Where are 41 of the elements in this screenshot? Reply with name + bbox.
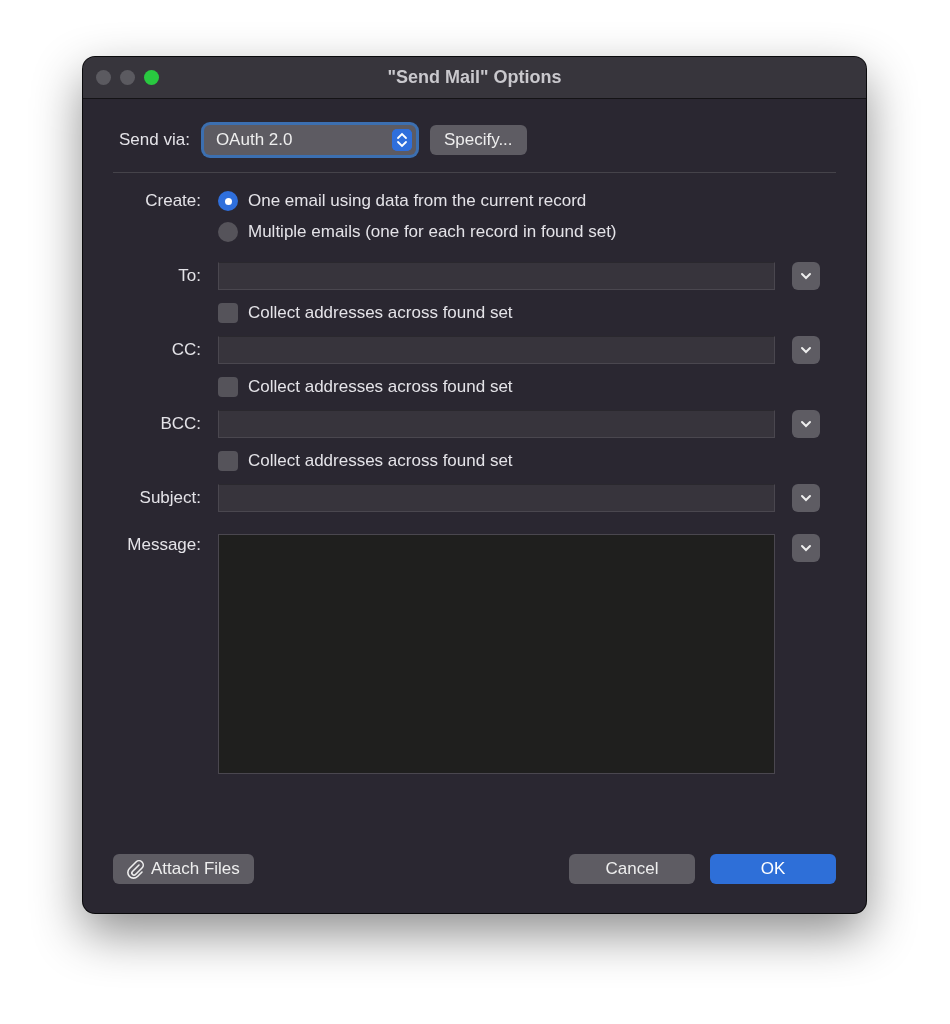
- chevron-down-icon: [800, 544, 812, 552]
- paperclip-icon: [127, 859, 145, 879]
- text-field[interactable]: [218, 336, 775, 364]
- cancel-button[interactable]: Cancel: [569, 854, 695, 884]
- ok-button[interactable]: OK: [710, 854, 836, 884]
- field-label: Message:: [126, 534, 201, 555]
- chevron-down-icon: [800, 494, 812, 502]
- chevron-down-icon: [800, 272, 812, 280]
- field-label: Subject:: [138, 488, 201, 508]
- dropdown-button[interactable]: [792, 410, 820, 438]
- checkbox[interactable]: [218, 377, 238, 397]
- send-via-label: Send via:: [119, 130, 190, 150]
- create-label: Create:: [144, 191, 201, 211]
- window-title: "Send Mail" Options: [387, 67, 562, 87]
- popup-menu[interactable]: OAuth 2.0: [203, 125, 416, 155]
- radio-label: One email using data from the current record: [248, 191, 587, 211]
- window-control-icon[interactable]: [144, 70, 159, 85]
- checkbox-label: Collect addresses across found set: [248, 451, 513, 471]
- text-field[interactable]: [218, 484, 775, 512]
- radio-label: Multiple emails (one for each record in found set): [248, 222, 617, 242]
- chevron-down-icon: [800, 420, 812, 428]
- field-label: CC:: [170, 340, 201, 360]
- text-field[interactable]: [218, 410, 775, 438]
- checkbox[interactable]: [218, 451, 238, 471]
- checkbox[interactable]: [218, 303, 238, 323]
- message-field[interactable]: [218, 534, 775, 774]
- attach-files-button[interactable]: Attach Files: [113, 854, 254, 884]
- dropdown-button[interactable]: [792, 484, 820, 512]
- chevron-down-icon: [800, 346, 812, 354]
- dropdown-button[interactable]: [792, 262, 820, 290]
- radio-button[interactable]: [218, 191, 238, 211]
- checkbox-label: Collect addresses across found set: [248, 377, 513, 397]
- dropdown-button[interactable]: [792, 534, 820, 562]
- radio-button[interactable]: [218, 222, 238, 242]
- dropdown-button[interactable]: [792, 336, 820, 364]
- field-label: BCC:: [159, 414, 201, 434]
- stepper-icon: [391, 129, 412, 151]
- checkbox-label: Collect addresses across found set: [248, 303, 513, 323]
- text-field[interactable]: [218, 262, 775, 290]
- field-label: To:: [177, 266, 201, 286]
- specify-button[interactable]: Specify...: [429, 125, 527, 155]
